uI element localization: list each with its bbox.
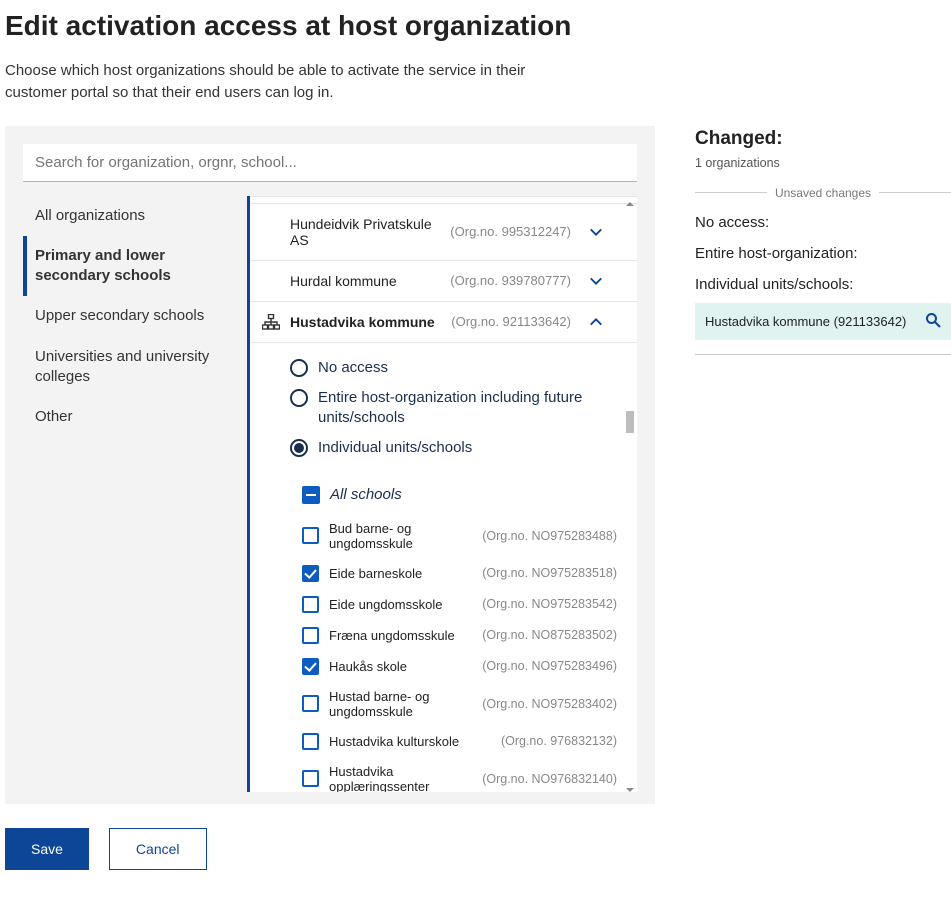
category-primary[interactable]: Primary and lower secondary schools <box>23 236 241 297</box>
divider <box>695 354 951 355</box>
org-number: (Org.no. 921133642) <box>451 314 571 329</box>
school-row[interactable]: Hustad barne- og ungdomsskule (Org.no. NO… <box>302 682 621 726</box>
checkbox-icon <box>302 627 319 644</box>
category-other[interactable]: Other <box>23 397 241 437</box>
changes-heading: Changed: <box>695 128 951 150</box>
checkbox-icon <box>302 565 319 582</box>
page-intro: Choose which host organizations should b… <box>5 60 565 104</box>
school-name: Hustad barne- og ungdomsskule <box>329 689 472 719</box>
school-name: Fræna ungdomsskule <box>329 628 472 643</box>
radio-label: Individual units/schools <box>318 438 472 458</box>
school-list: All schools Bud barne- og ungdomsskule (O… <box>250 474 637 792</box>
search-input[interactable] <box>23 144 637 182</box>
radio-label: Entire host-organization including futur… <box>318 388 621 429</box>
section-entire: Entire host-organization: <box>695 245 951 262</box>
changes-panel: Changed: 1 organizations Unsaved changes… <box>695 126 951 369</box>
org-number: (Org.no. 995312247) <box>450 224 571 239</box>
page-title: Edit activation access at host organizat… <box>5 10 951 42</box>
chevron-up-icon <box>589 315 603 329</box>
school-name: Eide barneskole <box>329 566 472 581</box>
school-row[interactable]: Hustadvika kulturskole (Org.no. 976832132… <box>302 726 621 757</box>
hierarchy-icon <box>262 314 280 333</box>
school-name: Eide ungdomsskole <box>329 597 472 612</box>
school-row[interactable]: Eide barneskole (Org.no. NO975283518) <box>302 558 621 589</box>
school-row[interactable]: Haukås skole (Org.no. NO975283496) <box>302 651 621 682</box>
checkbox-icon <box>302 527 319 544</box>
radio-icon <box>290 359 308 377</box>
search-icon <box>925 312 941 331</box>
section-individual: Individual units/schools: <box>695 276 951 293</box>
category-list: All organizations Primary and lower seco… <box>23 196 247 792</box>
changes-count: 1 organizations <box>695 156 951 170</box>
radio-entire-org[interactable]: Entire host-organization including futur… <box>290 383 621 434</box>
cancel-button[interactable]: Cancel <box>109 828 207 870</box>
scroll-down-icon[interactable] <box>625 782 635 792</box>
school-number: (Org.no. NO976832140) <box>482 772 617 786</box>
checkbox-icon <box>302 733 319 750</box>
school-name: Hustadvika kulturskole <box>329 734 491 749</box>
checkbox-icon <box>302 596 319 613</box>
org-row-hurdal[interactable]: Hurdal kommune (Org.no. 939780777) <box>250 261 637 302</box>
org-name: Hustadvika kommune <box>290 314 451 330</box>
school-row[interactable]: Eide ungdomsskole (Org.no. NO975283542) <box>302 589 621 620</box>
school-number: (Org.no. NO975283542) <box>482 597 617 611</box>
selector-panel: All organizations Primary and lower seco… <box>5 126 655 804</box>
chip-label: Hustadvika kommune (921133642) <box>705 314 906 329</box>
school-name: Bud barne- og ungdomsskule <box>329 521 472 551</box>
checkbox-icon <box>302 658 319 675</box>
checkbox-indeterminate-icon <box>302 486 320 504</box>
school-number: (Org.no. NO975283496) <box>482 659 617 673</box>
category-university[interactable]: Universities and university colleges <box>23 337 241 398</box>
scrollbar[interactable] <box>625 196 635 792</box>
chevron-down-icon <box>589 225 603 239</box>
school-number: (Org.no. NO975283402) <box>482 697 617 711</box>
checkbox-icon <box>302 695 319 712</box>
radio-individual[interactable]: Individual units/schools <box>290 433 621 463</box>
school-row[interactable]: Bud barne- og ungdomsskule (Org.no. NO975… <box>302 514 621 558</box>
all-schools-label: All schools <box>330 486 402 503</box>
org-number: (Org.no. 939780777) <box>450 273 571 288</box>
scroll-thumb[interactable] <box>626 411 634 433</box>
school-row[interactable]: Hustadvika opplæringssenter (Org.no. NO97… <box>302 757 621 792</box>
unsaved-divider: Unsaved changes <box>695 186 951 200</box>
school-number: (Org.no. NO975283488) <box>482 529 617 543</box>
school-number: (Org.no. NO975283518) <box>482 566 617 580</box>
radio-no-access[interactable]: No access <box>290 353 621 383</box>
org-name: Hurdal kommune <box>290 273 450 289</box>
category-upper[interactable]: Upper secondary schools <box>23 296 241 336</box>
save-button[interactable]: Save <box>5 828 89 870</box>
radio-icon <box>290 439 308 457</box>
access-radio-group: No access Entire host-organization inclu… <box>250 343 637 474</box>
school-name: Haukås skole <box>329 659 472 674</box>
organization-list: Hundeidvik Privatskule AS (Org.no. 99531… <box>247 196 637 792</box>
checkbox-icon <box>302 770 319 787</box>
org-name: Hundeidvik Privatskule AS <box>290 216 450 248</box>
all-schools-toggle[interactable]: All schools <box>302 480 621 514</box>
scroll-up-icon[interactable] <box>625 196 635 206</box>
school-number: (Org.no. 976832132) <box>501 734 617 748</box>
org-row-hundeidvik[interactable]: Hundeidvik Privatskule AS (Org.no. 99531… <box>250 204 637 261</box>
school-name: Hustadvika opplæringssenter <box>329 764 472 792</box>
section-no-access: No access: <box>695 214 951 231</box>
category-all[interactable]: All organizations <box>23 196 241 236</box>
org-row-hustadvika[interactable]: Hustadvika kommune (Org.no. 921133642) <box>250 302 637 343</box>
radio-icon <box>290 389 308 407</box>
radio-label: No access <box>318 358 388 378</box>
school-row[interactable]: Fræna ungdomsskule (Org.no. NO875283502) <box>302 620 621 651</box>
changed-org-chip[interactable]: Hustadvika kommune (921133642) <box>695 303 951 340</box>
org-row[interactable] <box>250 196 637 204</box>
school-number: (Org.no. NO875283502) <box>482 628 617 642</box>
action-bar: Save Cancel <box>5 828 951 870</box>
chevron-down-icon <box>589 274 603 288</box>
